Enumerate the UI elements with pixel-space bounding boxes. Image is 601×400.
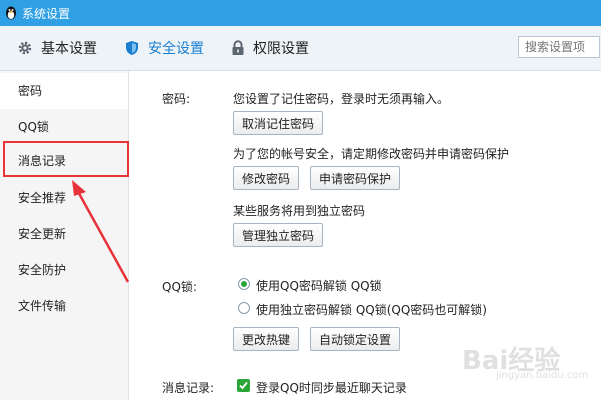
password-section-label: 密码: [162, 92, 191, 106]
gear-icon [18, 41, 32, 55]
sidebar-item-file-transfer[interactable]: 文件传输 [0, 288, 128, 324]
sidebar-item-security-protection[interactable]: 安全防护 [0, 252, 128, 288]
watermark-url: jingyan.baidu.com [496, 370, 589, 381]
independent-password-text: 某些服务将用到独立密码 [233, 204, 366, 218]
tab-bar: 基本设置 安全设置 权限设置 [0, 26, 601, 71]
manage-independent-password-button[interactable]: 管理独立密码 [233, 223, 324, 247]
search-input[interactable] [519, 37, 601, 56]
tab-label: 安全设置 [148, 41, 204, 57]
search-box[interactable] [518, 36, 601, 58]
sidebar-item-label: 文件传输 [18, 299, 67, 313]
change-hotkey-button[interactable]: 更改热键 [233, 327, 300, 351]
apply-password-protection-button[interactable]: 申请密码保护 [310, 166, 401, 190]
tab-security-settings[interactable]: 安全设置 [124, 26, 204, 70]
qq-password-unlock-radio[interactable] [238, 278, 250, 290]
sidebar-item-label: 安全更新 [18, 227, 67, 241]
message-record-section-label: 消息记录: [162, 381, 215, 395]
qq-password-unlock-label[interactable]: 使用QQ密码解锁 QQ锁 [256, 277, 382, 294]
independent-password-unlock-label[interactable]: 使用独立密码解锁 QQ锁(QQ密码也可解锁) [256, 301, 487, 318]
auto-lock-settings-button[interactable]: 自动锁定设置 [310, 327, 401, 351]
sidebar-item-security-recommend[interactable]: 安全推荐 [0, 180, 128, 216]
sidebar-item-security-update[interactable]: 安全更新 [0, 216, 128, 252]
sidebar-item-label: 密码 [18, 84, 43, 98]
tab-label: 权限设置 [253, 41, 309, 57]
tab-label: 基本设置 [41, 41, 97, 57]
sidebar-item-password[interactable]: 密码 [0, 73, 128, 109]
sidebar: 密码 QQ锁 消息记录 安全推荐 安全更新 安全防护 文件传输 [0, 71, 129, 400]
tab-permission-settings[interactable]: 权限设置 [231, 26, 309, 70]
window-title: 系统设置 [22, 7, 71, 21]
sync-history-label[interactable]: 登录QQ时同步最近聊天记录 [256, 379, 407, 396]
cancel-remember-password-button[interactable]: 取消记住密码 [233, 111, 324, 135]
sidebar-item-label: 安全防护 [18, 263, 67, 277]
sidebar-item-qq-lock[interactable]: QQ锁 [0, 109, 128, 145]
remembered-password-text: 您设置了记住密码，登录时无须再输入。 [233, 92, 450, 106]
title-bar: 系统设置 [0, 0, 601, 26]
sidebar-item-label: QQ锁 [18, 120, 49, 134]
baidu-jingyan-watermark: Bai经验 jingyan.baidu.com [462, 340, 592, 388]
sync-history-checkbox[interactable] [237, 379, 250, 392]
annotation-highlight-box [3, 141, 129, 177]
independent-password-unlock-radio[interactable] [238, 302, 250, 314]
shield-icon [126, 41, 138, 55]
sidebar-item-label: 安全推荐 [18, 191, 67, 205]
change-password-button[interactable]: 修改密码 [233, 166, 300, 190]
qq-lock-section-label: QQ锁: [162, 280, 197, 294]
password-advice-text: 为了您的帐号安全，请定期修改密码并申请密码保护 [233, 147, 510, 161]
tab-basic-settings[interactable]: 基本设置 [17, 26, 97, 70]
lock-icon [232, 40, 244, 55]
checkmark-icon [239, 381, 248, 390]
qq-penguin-icon [6, 6, 16, 20]
